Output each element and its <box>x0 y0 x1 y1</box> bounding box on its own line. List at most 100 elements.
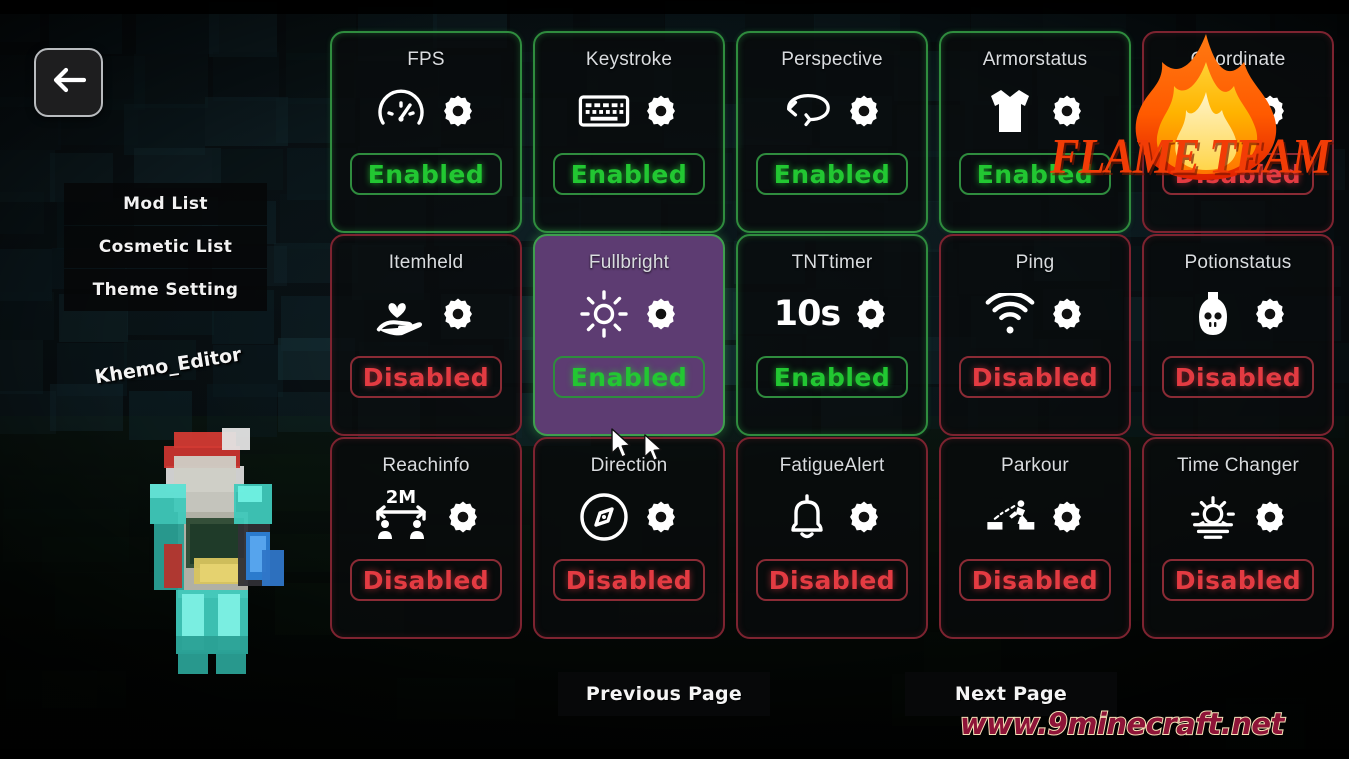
mod-icon-row <box>941 75 1129 147</box>
mod-status-toggle[interactable]: Disabled <box>959 559 1111 601</box>
player-name-tag: Khemo_Editor <box>93 343 243 389</box>
mod-title: Perspective <box>781 49 883 70</box>
mod-status-toggle[interactable]: Enabled <box>553 356 705 398</box>
mod-icon-row <box>738 75 926 147</box>
gear-icon[interactable] <box>642 498 680 536</box>
mod-card-reachinfo[interactable]: Reachinfo 2M Disabled <box>330 437 522 639</box>
tnt-timer-value: 10s <box>773 294 842 334</box>
gear-icon[interactable] <box>1048 295 1086 333</box>
mod-status-toggle[interactable]: Disabled <box>553 559 705 601</box>
gear-icon[interactable] <box>642 295 680 333</box>
sidebar-item-cosmetic-list[interactable]: Cosmetic List <box>64 226 267 268</box>
mod-title: Ping <box>1015 252 1055 273</box>
mod-grid: FPS Enabled Keystroke Enabled Perspective Ena… <box>330 31 1334 639</box>
mod-card-itemheld[interactable]: Itemheld Disabled <box>330 234 522 436</box>
mod-title: Keystroke <box>585 49 673 70</box>
mod-status-toggle[interactable]: Disabled <box>350 559 502 601</box>
potion-skull-icon <box>1187 288 1239 340</box>
wifi-icon <box>984 288 1036 340</box>
compass-icon <box>578 491 630 543</box>
mod-title: Parkour <box>1001 455 1069 476</box>
sidebar-item-mod-list[interactable]: Mod List <box>64 183 267 225</box>
arrow-left-icon <box>52 65 86 100</box>
mod-title: Reachinfo <box>382 455 470 476</box>
back-button[interactable] <box>34 48 103 117</box>
gear-icon[interactable] <box>852 295 890 333</box>
mod-card-perspective[interactable]: Perspective Enabled <box>736 31 928 233</box>
mod-card-ping[interactable]: Ping Disabled <box>939 234 1131 436</box>
text-10s-icon: 10s <box>773 288 842 340</box>
speedometer-icon <box>375 85 427 137</box>
mod-card-fps[interactable]: FPS Enabled <box>330 31 522 233</box>
signal-icon <box>1187 85 1239 137</box>
mod-icon-row <box>941 481 1129 553</box>
mod-card-coordinate[interactable]: Coordinate Disabled <box>1142 31 1334 233</box>
mod-title: Coordinate <box>1190 49 1286 70</box>
mod-title: Itemheld <box>388 252 464 273</box>
reach-distance-label: 2M <box>385 487 417 508</box>
mod-status-toggle[interactable]: Enabled <box>959 153 1111 195</box>
reach-distance-icon: 2M <box>370 487 432 543</box>
gear-icon[interactable] <box>845 498 883 536</box>
mod-card-time-changer[interactable]: Time Changer Disabled <box>1142 437 1334 639</box>
chestplate-icon <box>984 85 1036 137</box>
rotate-icon <box>781 85 833 137</box>
mod-card-armorstatus[interactable]: Armorstatus Enabled <box>939 31 1131 233</box>
gear-icon[interactable] <box>1048 498 1086 536</box>
mod-status-toggle[interactable]: Enabled <box>553 153 705 195</box>
screen-bottom-letterbox <box>0 749 1349 759</box>
gear-icon[interactable] <box>1251 498 1289 536</box>
gear-icon[interactable] <box>642 92 680 130</box>
mod-card-fullbright[interactable]: Fullbright Enabled <box>533 234 725 436</box>
mod-icon-row <box>1144 278 1332 350</box>
gear-icon[interactable] <box>1251 295 1289 333</box>
mod-icon-row: 2M <box>332 481 520 553</box>
mod-status-toggle[interactable]: Disabled <box>1162 356 1314 398</box>
mod-icon-row <box>1144 481 1332 553</box>
mod-status-toggle[interactable]: Enabled <box>756 153 908 195</box>
mod-title: Fullbright <box>588 252 670 273</box>
bell-icon <box>781 491 833 543</box>
mod-title: Armorstatus <box>982 49 1088 70</box>
mod-status-toggle[interactable]: Disabled <box>1162 559 1314 601</box>
sidebar-item-theme-setting[interactable]: Theme Setting <box>64 269 267 311</box>
mod-icon-row <box>535 278 723 350</box>
mod-status-toggle[interactable]: Disabled <box>1162 153 1314 195</box>
mod-status-toggle[interactable]: Disabled <box>350 356 502 398</box>
mod-card-direction[interactable]: Direction Disabled <box>533 437 725 639</box>
site-watermark: www.9minecraft.net <box>959 706 1285 742</box>
gear-icon[interactable] <box>444 498 482 536</box>
mod-icon-row <box>1144 75 1332 147</box>
parkour-jump-icon <box>984 491 1036 543</box>
gear-icon[interactable] <box>1048 92 1086 130</box>
mod-icon-row <box>535 481 723 553</box>
previous-page-button[interactable]: Previous Page <box>558 672 770 716</box>
mod-status-toggle[interactable]: Disabled <box>959 356 1111 398</box>
mod-title: TNTtimer <box>791 252 873 273</box>
mod-title: Potionstatus <box>1184 252 1292 273</box>
mod-title: FPS <box>407 49 445 70</box>
screen-top-letterbox <box>0 0 1349 14</box>
mod-icon-row: 10s <box>738 278 926 350</box>
mod-icon-row <box>332 75 520 147</box>
mod-card-fatiguealert[interactable]: FatigueAlert Disabled <box>736 437 928 639</box>
gear-icon[interactable] <box>439 295 477 333</box>
hand-heart-icon <box>375 288 427 340</box>
mod-icon-row <box>738 481 926 553</box>
gear-icon[interactable] <box>1251 92 1289 130</box>
mod-title: Direction <box>590 455 668 476</box>
mod-card-tnttimer[interactable]: TNTtimer 10s Enabled <box>736 234 928 436</box>
gear-icon[interactable] <box>845 92 883 130</box>
sunset-icon <box>1187 491 1239 543</box>
sun-icon <box>578 288 630 340</box>
mod-icon-row <box>535 75 723 147</box>
keyboard-icon <box>578 85 630 137</box>
mod-card-keystroke[interactable]: Keystroke Enabled <box>533 31 725 233</box>
mod-card-parkour[interactable]: Parkour Disabled <box>939 437 1131 639</box>
mod-status-toggle[interactable]: Enabled <box>350 153 502 195</box>
gear-icon[interactable] <box>439 92 477 130</box>
mod-title: FatigueAlert <box>779 455 885 476</box>
mod-status-toggle[interactable]: Disabled <box>756 559 908 601</box>
mod-card-potionstatus[interactable]: Potionstatus Disabled <box>1142 234 1334 436</box>
mod-status-toggle[interactable]: Enabled <box>756 356 908 398</box>
